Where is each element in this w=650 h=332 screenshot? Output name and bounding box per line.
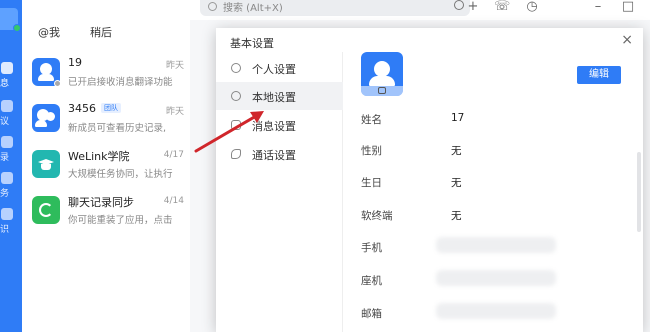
edit-button[interactable]: 编辑 [577,66,621,84]
add-icon[interactable]: + [465,0,481,14]
search-placeholder: 搜索 (Alt+X) [223,3,283,14]
rail-item-label: 务 [0,189,10,199]
redacted-value [436,303,556,319]
search-box[interactable]: 搜索 (Alt+X) [200,0,470,16]
conversation-name: 19 [68,56,82,69]
list-item[interactable]: WeLink学院 4/17 大规模任务协同，让执行 [22,142,190,190]
history-icon[interactable] [454,0,464,10]
profile-avatar[interactable] [361,52,403,96]
profile-panel: 编辑 姓名 17 性别 无 生日 无 软终端 无 手机 座机 邮箱 [344,52,643,332]
rail-item-label: 录 [0,153,10,163]
conversation-preview: 新成员可查看历史记录, [68,123,167,134]
conversation-time: 昨天 [165,61,184,71]
person-icon [231,63,241,73]
camera-icon [378,87,386,94]
sync-icon [32,196,60,224]
conversation-list: @我 稍后 19 昨天 已开启接收消息翻译功能 3456 团队 昨天 新成员可查看… [22,20,190,332]
phone-icon[interactable]: ☏ [494,0,510,14]
redacted-value [436,237,556,253]
tab-mentions[interactable]: @我 [38,24,60,40]
tab-later[interactable]: 稍后 [90,24,112,40]
conversation-name: WeLink学院 [68,150,130,163]
field-mobile: 手机 [361,237,621,256]
field-birthday: 生日 无 [361,177,462,189]
scrollbar[interactable] [637,152,641,232]
rail-item-messages[interactable]: 息 [0,60,22,90]
conversation-time: 昨天 [165,107,184,117]
rail-item-knowledge[interactable]: 识 [0,206,22,236]
conversation-name: 3456 团队 [68,102,121,115]
field-soft-terminal: 软终端 无 [361,210,462,222]
menu-item-call[interactable]: 通话设置 [216,140,343,168]
message-icon [231,120,241,130]
message-icon [1,62,13,74]
menu-item-label: 通话设置 [252,149,296,162]
meeting-icon [1,100,13,112]
menu-item-label: 个人设置 [252,63,296,76]
team-badge: 团队 [101,103,121,113]
minimize-icon[interactable]: – [590,0,606,14]
list-item[interactable]: 聊天记录同步 4/14 你可能重装了应用，点击 [22,188,190,236]
field-name: 姓名 17 [361,112,465,126]
rail-item-contacts[interactable]: 录 [0,134,22,164]
contacts-icon [1,136,13,148]
menu-item-personal[interactable]: 个人设置 [216,54,343,82]
rail-item-label: 识 [0,225,10,235]
knowledge-icon [1,208,13,220]
conversation-name: 聊天记录同步 [68,196,134,209]
rail-item-label: 息 [0,79,10,89]
conversation-time: 4/17 [163,150,184,160]
rail-item-services[interactable]: 务 [0,170,22,200]
list-item[interactable]: 3456 团队 昨天 新成员可查看历史记录, [22,96,190,144]
gear-icon [231,91,241,101]
phone-icon [231,149,241,159]
menu-item-message[interactable]: 消息设置 [216,111,343,139]
close-icon[interactable]: × [621,32,633,48]
settings-menu: 个人设置 本地设置 消息设置 通话设置 [216,52,343,332]
conversation-time: 4/14 [163,196,184,206]
search-icon [208,2,217,11]
list-item[interactable]: 19 昨天 已开启接收消息翻译功能 [22,50,190,98]
user-avatar[interactable] [0,8,21,32]
rail-item-meetings[interactable]: 议 [0,98,22,128]
field-gender: 性别 无 [361,145,462,157]
dialog-title: 基本设置 [230,37,274,50]
conversation-preview: 你可能重装了应用，点击 [68,215,173,226]
online-status-dot [13,24,21,32]
menu-item-local[interactable]: 本地设置 [216,82,343,110]
field-email: 邮箱 [361,303,621,322]
maximize-icon[interactable]: □ [620,0,636,14]
menu-item-label: 消息设置 [252,120,296,133]
redacted-value [436,270,556,286]
menu-item-label: 本地设置 [252,91,296,104]
services-icon [1,172,13,184]
rail-item-label: 议 [0,117,10,127]
top-bar: 搜索 (Alt+X) + ☏ ◷ – □ [22,0,650,20]
conversation-preview: 已开启接收消息翻译功能 [68,77,173,88]
status-dot [54,80,61,87]
graduation-cap-icon [32,150,60,178]
settings-dialog: 基本设置 × 个人设置 本地设置 消息设置 通话设置 编辑 姓名 17 性别 无… [216,28,643,332]
avatar [32,104,60,132]
conversation-preview: 大规模任务协同，让执行 [68,169,173,180]
clock-icon[interactable]: ◷ [524,0,540,14]
app-rail: 息 议 录 务 识 [0,0,22,332]
field-landline: 座机 [361,270,621,289]
